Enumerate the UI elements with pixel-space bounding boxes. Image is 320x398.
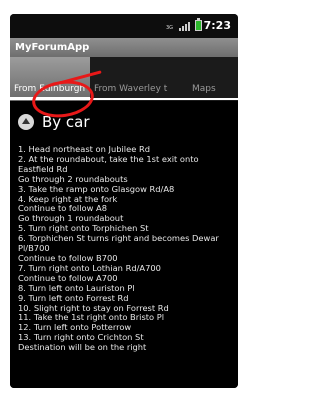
list-item: 2. At the roundabout, take the 1st exit … [18,153,199,174]
tab-label: From Waverley t [94,84,168,94]
signal-icon [179,21,190,31]
status-bar: 3G 7:23 [10,14,238,38]
tab-maps[interactable]: Maps [170,57,238,101]
battery-icon [195,18,202,31]
network-badge: 3G [166,25,174,31]
list-item: 6. Torphichen St turns right and becomes… [18,233,219,254]
phone-screen: 3G 7:23 MyForumApp From Edinburgh From W… [10,14,238,388]
directions-panel: By car 1. Head northeast on Jubilee Rd 2… [10,101,238,388]
collapse-up-icon[interactable] [18,114,34,130]
list-item: 9. Turn left onto Forrest Rd [18,292,129,303]
app-title: MyForumApp [10,38,238,57]
status-clock: 7:23 [203,19,231,32]
tab-label: Maps [192,84,216,94]
directions-list: 1. Head northeast on Jubilee Rd 2. At th… [18,144,232,353]
tab-from-waverley[interactable]: From Waverley t [90,57,170,101]
list-item: Destination will be on the right [18,342,147,353]
